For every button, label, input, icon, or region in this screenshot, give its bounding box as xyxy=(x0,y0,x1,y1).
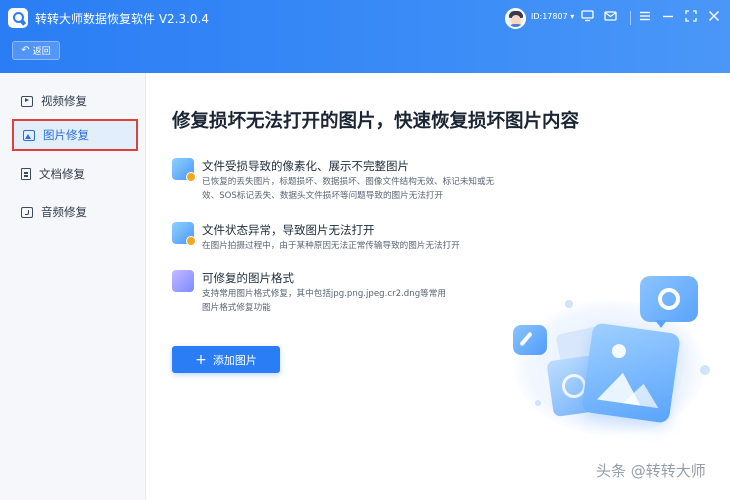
sidebar-item-label: 音频修复 xyxy=(41,205,87,219)
menu-icon[interactable] xyxy=(638,10,652,24)
header-divider xyxy=(630,11,631,25)
feature-description: 在图片拍摄过程中，由于某种原因无法正常传输导致的图片无法打开 xyxy=(202,241,460,251)
plus-icon: + xyxy=(195,351,207,368)
sidebar-item-video-repair[interactable]: 视频修复 xyxy=(12,85,138,117)
back-button[interactable]: ↶ 返回 xyxy=(12,41,60,60)
sidebar-item-label: 文档修复 xyxy=(39,167,85,181)
feature-title: 文件状态异常，导致图片无法打开 xyxy=(202,223,375,237)
picture-icon xyxy=(581,322,681,424)
feature-title: 文件受损导致的像素化、展示不完整图片 xyxy=(202,159,409,173)
abnormal-image-icon xyxy=(172,222,196,246)
sidebar-item-label: 视频修复 xyxy=(41,94,87,108)
audio-icon xyxy=(21,206,33,218)
feature-description: 已恢复的丢失图片，标题损坏、数据损坏、图像文件结构无效、标记未知或无效、SOS标… xyxy=(202,177,495,201)
user-id-dropdown[interactable]: ID:17807 ▾ xyxy=(531,12,574,21)
wrench-icon xyxy=(513,325,547,355)
document-icon xyxy=(21,168,31,180)
sidebar-item-image-repair[interactable]: 图片修复 xyxy=(12,119,138,151)
page-title: 修复损坏无法打开的图片，快速恢复损坏图片内容 xyxy=(172,111,580,132)
app-title: 转转大师数据恢复软件 V2.3.0.4 xyxy=(35,12,210,26)
back-arrow-icon: ↶ xyxy=(21,45,30,56)
user-avatar[interactable] xyxy=(505,8,526,29)
minimize-icon[interactable] xyxy=(661,10,675,24)
sidebar-item-label: 图片修复 xyxy=(43,128,89,142)
image-format-icon xyxy=(172,270,194,292)
sidebar-item-document-repair[interactable]: 文档修复 xyxy=(12,158,138,190)
monitor-icon[interactable] xyxy=(580,10,594,24)
chevron-down-icon: ▾ xyxy=(570,12,575,21)
damaged-image-icon xyxy=(172,158,196,182)
video-icon xyxy=(21,95,33,107)
feature-title: 可修复的图片格式 xyxy=(202,271,294,285)
app-logo-icon xyxy=(8,8,28,28)
title-bar: 转转大师数据恢复软件 V2.3.0.4 ↶ 返回 ID:17807 ▾ xyxy=(0,0,730,73)
add-image-button[interactable]: + 添加图片 xyxy=(172,346,280,373)
feature-description: 支持常用图片格式修复，其中包括jpg.png.jpeg.cr2.dng等常用图片… xyxy=(202,289,446,313)
close-icon[interactable] xyxy=(707,10,721,24)
sidebar: 视频修复 图片修复 文档修复 音频修复 xyxy=(0,73,146,500)
watermark: 头条 @转转大师 xyxy=(596,462,706,480)
settings-gear-icon xyxy=(640,276,698,322)
mail-icon[interactable] xyxy=(603,10,617,24)
back-button-label: 返回 xyxy=(32,47,51,57)
image-icon xyxy=(23,129,35,141)
maximize-icon[interactable] xyxy=(684,10,698,24)
sidebar-item-audio-repair[interactable]: 音频修复 xyxy=(12,196,138,228)
user-id-label: ID:17807 xyxy=(531,12,568,21)
image-repair-illustration xyxy=(505,270,725,440)
add-image-button-label: 添加图片 xyxy=(212,353,257,367)
